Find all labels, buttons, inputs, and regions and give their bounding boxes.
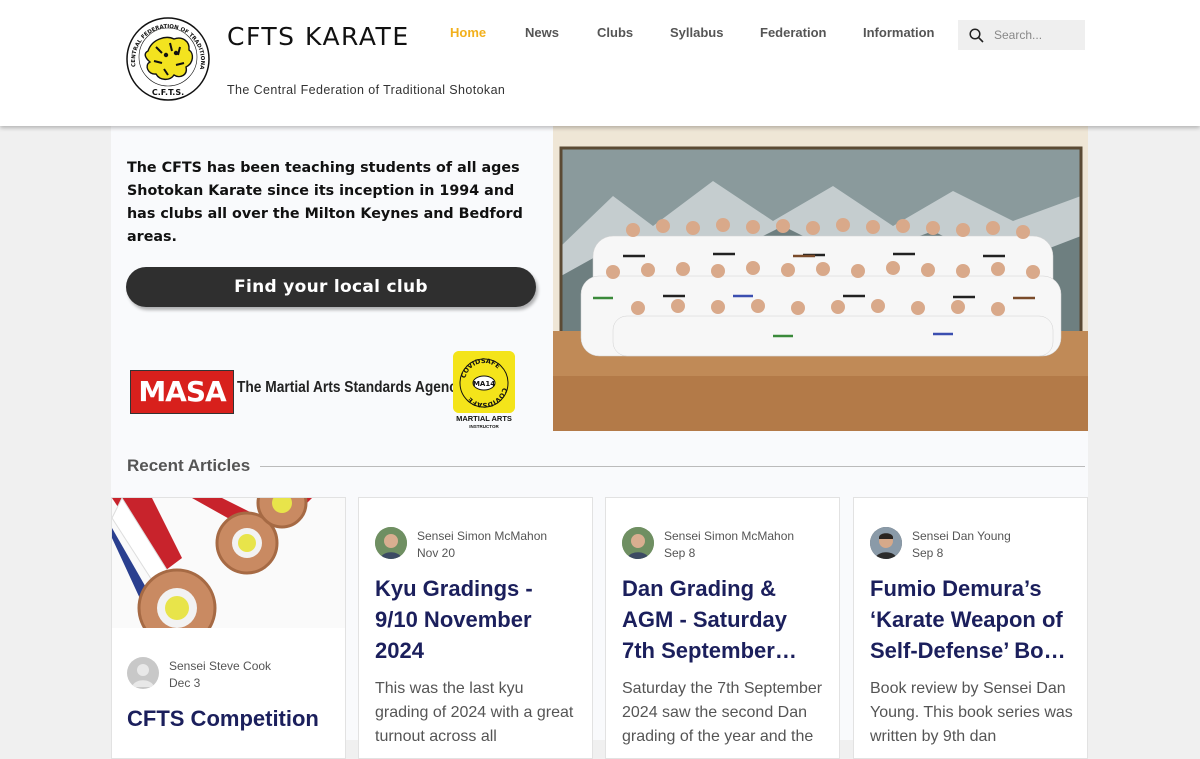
- medals-image: [112, 498, 345, 628]
- article-title[interactable]: Fumio Demura’s ‘Karate Weapon of Self-De…: [870, 573, 1075, 666]
- nav-clubs[interactable]: Clubs: [597, 25, 633, 40]
- article-excerpt: This was the last kyu grading of 2024 wi…: [375, 680, 574, 745]
- find-club-button[interactable]: Find your local club: [126, 267, 536, 307]
- article-card-dan-grading[interactable]: Sensei Simon McMahon Sep 8 Dan Grading &…: [605, 497, 840, 759]
- nav-federation[interactable]: Federation: [760, 25, 826, 40]
- site-header: CENTRAL FEDERATION OF TRADITIONAL SHOTOK…: [0, 0, 1200, 126]
- search-input[interactable]: [994, 26, 1078, 44]
- search-icon[interactable]: [969, 28, 984, 43]
- article-date: Sep 8: [912, 546, 944, 560]
- article-author[interactable]: Sensei Dan Young: [912, 529, 1011, 543]
- masa-short-label: MASA: [130, 370, 234, 414]
- svg-text:C.F.T.S.: C.F.T.S.: [152, 88, 184, 97]
- recent-articles-heading: Recent Articles: [127, 456, 251, 475]
- article-excerpt: Book review by Sensei Dan Young. This bo…: [870, 680, 1073, 745]
- svg-text:MA14: MA14: [473, 380, 495, 388]
- article-author[interactable]: Sensei Simon McMahon: [664, 529, 794, 543]
- group-photo: [553, 126, 1088, 431]
- masa-full-label: The Martial Arts Standards Agency: [237, 379, 465, 396]
- article-card-book-review[interactable]: Sensei Dan Young Sep 8 Fumio Demura’s ‘K…: [853, 497, 1088, 759]
- article-title[interactable]: Kyu Gradings - 9/10 November 2024: [375, 573, 570, 666]
- article-date: Nov 20: [417, 546, 456, 560]
- article-date: Dec 3: [169, 676, 201, 690]
- author-photo: [375, 527, 407, 559]
- article-excerpt: Saturday the 7th September 2024 saw the …: [622, 680, 823, 745]
- nav-news[interactable]: News: [525, 25, 559, 40]
- covidsafe-icon: COVIDSAFE COVIDSAFE MA14: [453, 351, 515, 413]
- cfts-logo[interactable]: CENTRAL FEDERATION OF TRADITIONAL SHOTOK…: [126, 17, 210, 101]
- covidsafe-badge[interactable]: COVIDSAFE COVIDSAFE MA14 MARTIAL ARTS IN…: [453, 351, 515, 429]
- author-avatar[interactable]: [622, 527, 654, 559]
- site-title[interactable]: CFTS KARATE: [227, 22, 410, 51]
- article-author[interactable]: Sensei Simon McMahon: [417, 529, 547, 543]
- intro-text: The CFTS has been teaching students of a…: [127, 160, 523, 245]
- default-user-icon: [132, 664, 154, 687]
- article-date: Sep 8: [664, 546, 696, 560]
- author-avatar[interactable]: [870, 527, 902, 559]
- search-box[interactable]: [958, 20, 1085, 50]
- section-divider: [260, 466, 1085, 467]
- author-avatar[interactable]: [127, 657, 159, 689]
- covidsafe-caption: MARTIAL ARTS INSTRUCTOR: [456, 414, 512, 430]
- article-author[interactable]: Sensei Steve Cook: [169, 659, 271, 673]
- article-title[interactable]: CFTS Competition: [127, 703, 342, 734]
- author-photo: [622, 527, 654, 559]
- masa-logo[interactable]: MASA The Martial Arts Standards Agency: [130, 370, 465, 414]
- article-card-kyu-gradings[interactable]: Sensei Simon McMahon Nov 20 Kyu Gradings…: [358, 497, 593, 759]
- article-title[interactable]: Dan Grading & AGM - Saturday 7th Septemb…: [622, 573, 817, 666]
- author-photo: [870, 527, 902, 559]
- article-card-competition[interactable]: Sensei Steve Cook Dec 3 CFTS Competition: [111, 497, 346, 759]
- site-tagline: The Central Federation of Traditional Sh…: [227, 83, 506, 97]
- nav-information[interactable]: Information: [863, 25, 935, 40]
- nav-syllabus[interactable]: Syllabus: [670, 25, 723, 40]
- nav-home[interactable]: Home: [450, 25, 486, 40]
- author-avatar[interactable]: [375, 527, 407, 559]
